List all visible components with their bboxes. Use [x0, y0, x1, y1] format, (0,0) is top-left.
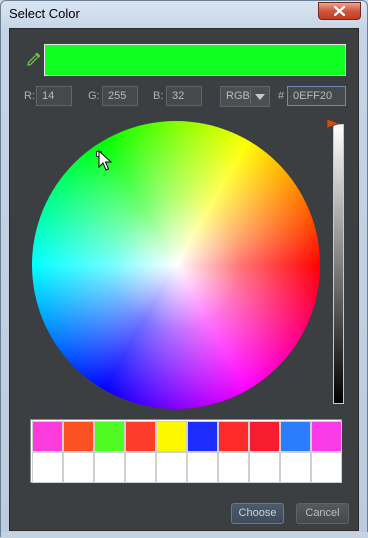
color-preview: [44, 44, 346, 76]
recent-color-swatch[interactable]: [94, 421, 125, 452]
custom-color-swatch[interactable]: [32, 452, 63, 483]
dialog-content: R: 14 G: 255 B: 32 RGB # 0EFF20 Choose C…: [9, 28, 359, 531]
custom-color-swatch[interactable]: [280, 452, 311, 483]
color-wheel[interactable]: [32, 121, 320, 409]
choose-button[interactable]: Choose: [231, 503, 284, 524]
r-label: R:: [24, 90, 35, 102]
close-button[interactable]: [318, 2, 361, 20]
color-mode-select[interactable]: RGB: [220, 86, 270, 107]
recent-color-swatch[interactable]: [187, 421, 218, 452]
recent-color-swatch[interactable]: [249, 421, 280, 452]
brightness-slider[interactable]: [333, 124, 344, 404]
custom-color-swatch[interactable]: [63, 452, 94, 483]
close-icon: [334, 6, 345, 16]
color-mode-value: RGB: [226, 90, 250, 102]
custom-color-swatch[interactable]: [187, 452, 218, 483]
title-bar[interactable]: Select Color: [1, 1, 367, 27]
recent-color-swatch[interactable]: [280, 421, 311, 452]
recent-color-swatch[interactable]: [63, 421, 94, 452]
recent-color-swatch[interactable]: [156, 421, 187, 452]
window-title: Select Color: [9, 6, 80, 21]
b-label: B:: [153, 90, 164, 102]
recent-colors-row: [32, 421, 342, 452]
custom-color-swatch[interactable]: [125, 452, 156, 483]
r-field[interactable]: 14: [36, 86, 72, 106]
custom-color-swatch[interactable]: [311, 452, 342, 483]
mouse-pointer-icon: [98, 150, 112, 171]
custom-colors-row: [32, 452, 342, 483]
b-field[interactable]: 32: [166, 86, 202, 106]
custom-color-swatch[interactable]: [218, 452, 249, 483]
hash-label: #: [278, 90, 285, 102]
recent-color-swatch[interactable]: [125, 421, 156, 452]
custom-color-swatch[interactable]: [249, 452, 280, 483]
custom-color-swatch[interactable]: [94, 452, 125, 483]
g-field[interactable]: 255: [102, 86, 138, 106]
custom-color-swatch[interactable]: [156, 452, 187, 483]
recent-color-swatch[interactable]: [311, 421, 342, 452]
chevron-down-icon: [255, 94, 265, 100]
hex-field[interactable]: 0EFF20: [287, 86, 346, 106]
recent-color-swatch[interactable]: [32, 421, 63, 452]
window-bottom-border: [1, 532, 368, 538]
color-swatch-palette: [30, 419, 342, 483]
eyedropper-icon[interactable]: [26, 51, 42, 67]
g-label: G:: [88, 90, 100, 102]
cancel-button[interactable]: Cancel: [296, 503, 349, 524]
color-dialog-window: Select Color R: 14 G: 255 B: 32 RGB # 0E…: [0, 0, 368, 538]
combo-separator: [250, 89, 251, 104]
slider-thumb-arrow-icon[interactable]: [326, 118, 340, 129]
recent-color-swatch[interactable]: [218, 421, 249, 452]
